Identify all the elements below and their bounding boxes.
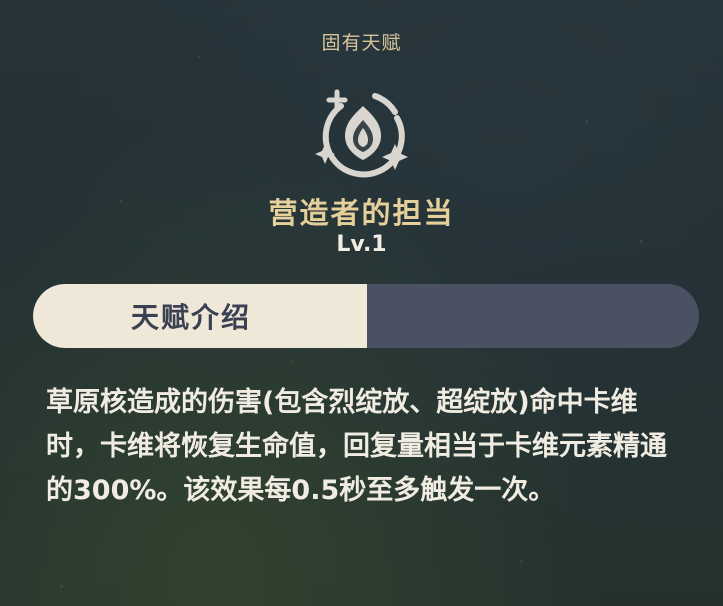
background-speck: [520, 560, 523, 563]
talent-description-text: 草原核造成的伤害(包含烈绽放、超绽放)命中卡维时，卡维将恢复生命值，回复量相当于…: [46, 387, 667, 506]
tab-talent-description[interactable]: 天赋介绍: [33, 284, 367, 348]
background-speck: [290, 360, 293, 363]
background-speck: [585, 120, 588, 123]
section-label: 固有天赋: [321, 32, 402, 54]
tab-bar: 天赋介绍: [33, 284, 699, 348]
tab-inactive[interactable]: [367, 284, 699, 348]
background-speck: [198, 55, 201, 58]
talent-level: Lv.1: [336, 232, 387, 257]
background-speck: [60, 585, 63, 588]
talent-name: 营造者的担当: [268, 196, 455, 230]
talent-emblem-icon: [315, 84, 411, 180]
